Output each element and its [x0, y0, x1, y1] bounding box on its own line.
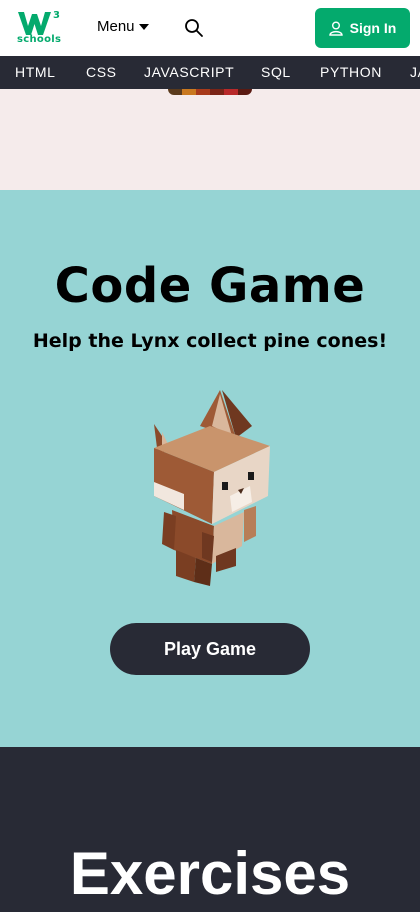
code-game-section: Code Game Help the Lynx collect pine con… — [0, 190, 420, 747]
nav-item-javascript[interactable]: JAVASCRIPT — [144, 56, 234, 89]
nav-item-sql[interactable]: SQL — [261, 56, 291, 89]
exercises-title: Exercises — [69, 840, 351, 907]
decorative-strip — [168, 89, 252, 95]
menu-button[interactable]: Menu — [97, 18, 149, 35]
user-icon — [328, 21, 343, 36]
sign-in-button[interactable]: Sign In — [315, 8, 410, 48]
nav-item-java[interactable]: JA — [410, 56, 420, 89]
nav-item-html[interactable]: HTML — [15, 56, 56, 89]
menu-label: Menu — [97, 18, 135, 35]
code-game-title: Code Game — [54, 258, 366, 314]
search-icon[interactable] — [184, 18, 204, 38]
top-bar: 3 schools Menu Sign In — [0, 0, 420, 56]
caret-down-icon — [138, 24, 149, 30]
play-game-button[interactable]: Play Game — [110, 623, 310, 675]
lynx-illustration — [154, 390, 270, 586]
svg-text:3: 3 — [53, 10, 60, 21]
nav-item-python[interactable]: PYTHON — [320, 56, 382, 89]
code-game-subtitle: Help the Lynx collect pine cones! — [32, 330, 388, 352]
topic-nav: HTML CSS JAVASCRIPT SQL PYTHON JA — [0, 56, 420, 89]
previous-section — [0, 89, 420, 190]
nav-item-css[interactable]: CSS — [86, 56, 117, 89]
sign-in-label: Sign In — [349, 20, 397, 36]
logo-wordmark: schools — [17, 34, 62, 45]
exercises-section: Exercises — [0, 747, 420, 912]
